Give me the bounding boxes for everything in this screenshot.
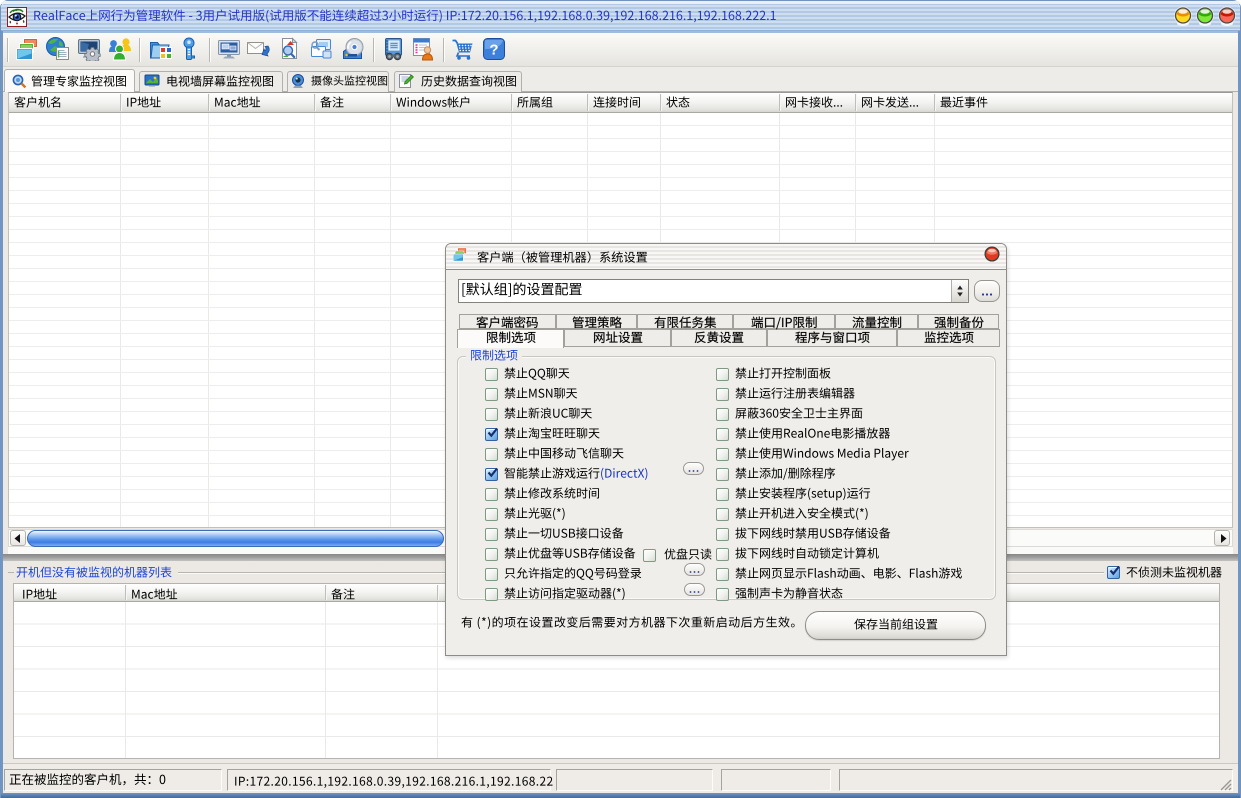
svg-text:?: ?: [489, 42, 498, 59]
